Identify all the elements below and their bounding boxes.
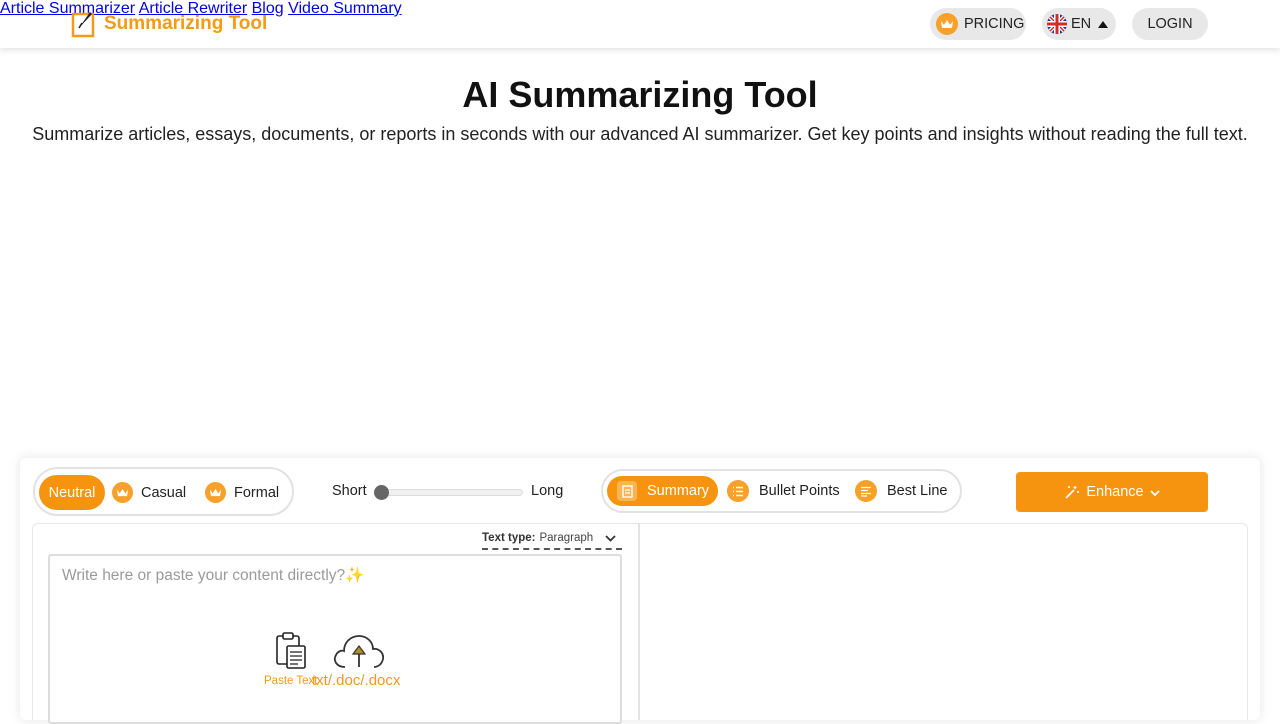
magic-wand-icon [1064, 485, 1080, 500]
cloud-upload-icon[interactable] [332, 634, 386, 675]
text-type-dropdown[interactable]: Text type: Paragraph [482, 528, 622, 550]
pricing-label: PRICING [964, 16, 1025, 32]
length-slider-handle[interactable] [374, 485, 389, 500]
mode-casual-button[interactable]: Casual [112, 475, 186, 510]
length-short-label: Short [332, 483, 367, 499]
pricing-button[interactable]: PRICING [930, 8, 1026, 40]
format-summary-label: Summary [647, 483, 710, 499]
page-title: AI Summarizing Tool [462, 74, 818, 115]
chevron-down-icon [1149, 490, 1160, 497]
text-type-label: Text type: [482, 532, 536, 544]
clipboard-icon[interactable] [274, 632, 308, 675]
top-header: Summarizing Tool Article Summarizer Arti… [0, 0, 1280, 48]
mode-neutral-button[interactable]: Neutral [39, 475, 105, 510]
enhance-button[interactable]: Enhance [1016, 472, 1208, 512]
chevron-down-icon [605, 534, 616, 542]
upload-file-label[interactable]: txt/.doc/.docx [312, 672, 400, 689]
lines-icon [855, 480, 877, 502]
uk-flag-icon [1047, 14, 1067, 34]
caret-up-icon [1097, 20, 1109, 29]
enhance-label: Enhance [1086, 484, 1144, 500]
format-best-line-button[interactable]: Best Line [855, 476, 947, 506]
document-icon [617, 481, 637, 501]
brand-logo-link[interactable]: Summarizing Tool [71, 9, 267, 38]
mode-formal-button[interactable]: Formal [205, 475, 279, 510]
quill-logo-icon [71, 9, 96, 38]
page-subtitle: Summarize articles, essays, documents, o… [32, 124, 1248, 144]
language-selector[interactable]: EN [1042, 8, 1116, 40]
content-input-placeholder: Write here or paste your content directl… [62, 567, 365, 584]
format-bullet-points-button[interactable]: Bullet Points [727, 476, 840, 506]
paste-text-label[interactable]: Paste Text [264, 675, 318, 687]
format-summary-button[interactable]: Summary [607, 476, 718, 506]
mode-formal-label: Formal [234, 484, 280, 501]
nav-video-summary[interactable]: Video Summary [288, 0, 402, 17]
mode-casual-label: Casual [141, 484, 187, 501]
crown-icon [112, 482, 133, 503]
text-type-value: Paragraph [539, 532, 594, 544]
output-format-group: Summary Bullet Points Best Line [601, 469, 962, 513]
length-slider-track[interactable] [380, 489, 523, 496]
length-long-label: Long [531, 483, 564, 499]
crown-icon [936, 13, 958, 35]
tone-mode-group: Neutral Casual Formal [33, 467, 294, 516]
format-bullet-points-label: Bullet Points [759, 483, 840, 499]
mode-neutral-label: Neutral [48, 484, 96, 501]
list-icon [727, 480, 749, 502]
brand-name: Summarizing Tool [104, 12, 268, 34]
crown-icon [205, 482, 226, 503]
login-button[interactable]: LOGIN [1132, 8, 1208, 40]
format-best-line-label: Best Line [887, 483, 948, 499]
pane-divider [638, 523, 640, 720]
language-label: EN [1071, 16, 1092, 32]
